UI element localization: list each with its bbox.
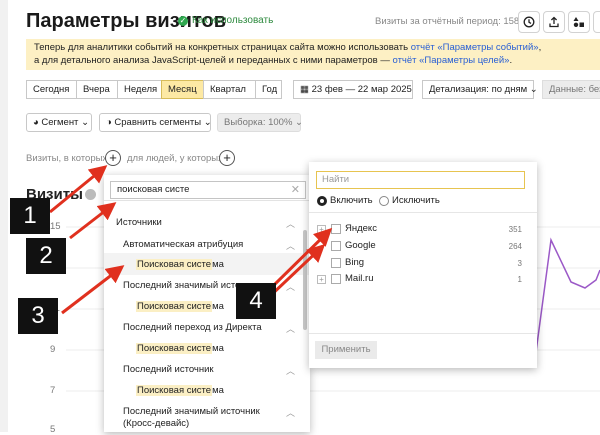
annotation-arrows [49, 165, 333, 315]
arrow-1 [49, 165, 108, 214]
annotation-marker-4: 4 [236, 283, 276, 319]
arrow-4a [266, 243, 326, 300]
annotation-marker-2: 2 [26, 238, 66, 274]
arrow-4b [270, 227, 333, 289]
annotation-marker-3: 3 [18, 298, 58, 334]
annotation-marker-1: 1 [10, 198, 50, 234]
arrow-2 [69, 202, 117, 240]
arrow-3 [61, 265, 125, 315]
